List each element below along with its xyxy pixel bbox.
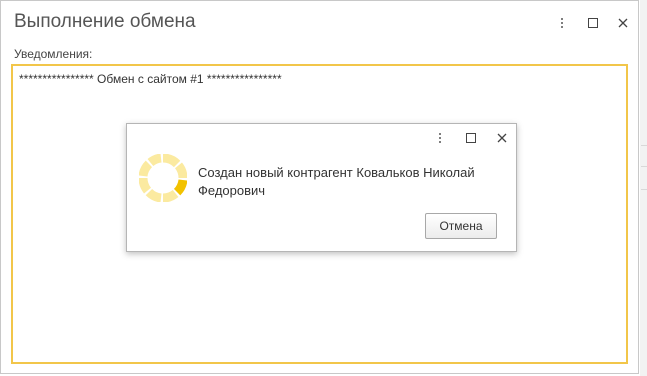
notification-line: **************** Обмен с сайтом #1 *****… bbox=[19, 72, 282, 86]
maximize-icon bbox=[466, 133, 476, 143]
notifications-label: Уведомления: bbox=[14, 47, 93, 61]
maximize-button[interactable] bbox=[584, 14, 602, 32]
background-divider bbox=[641, 145, 647, 146]
background-window-edge bbox=[640, 0, 647, 376]
dialog-more-actions-button[interactable] bbox=[431, 129, 449, 147]
dialog-maximize-button[interactable] bbox=[462, 129, 480, 147]
dialog-close-button[interactable] bbox=[493, 129, 511, 147]
close-icon bbox=[497, 133, 507, 143]
close-icon bbox=[618, 18, 628, 28]
loading-spinner-icon bbox=[139, 154, 187, 202]
cancel-button[interactable]: Отмена bbox=[425, 213, 497, 239]
dialog-message: Создан новый контрагент Ковальков Никола… bbox=[198, 165, 475, 198]
background-divider bbox=[641, 166, 647, 167]
background-divider bbox=[641, 189, 647, 190]
close-button[interactable] bbox=[614, 14, 632, 32]
more-vertical-icon bbox=[561, 18, 563, 28]
maximize-icon bbox=[588, 18, 598, 28]
more-vertical-icon bbox=[439, 133, 441, 143]
progress-dialog: Создан новый контрагент Ковальков Никола… bbox=[126, 123, 517, 252]
more-actions-button[interactable] bbox=[553, 14, 571, 32]
window-title: Выполнение обмена bbox=[14, 11, 196, 32]
